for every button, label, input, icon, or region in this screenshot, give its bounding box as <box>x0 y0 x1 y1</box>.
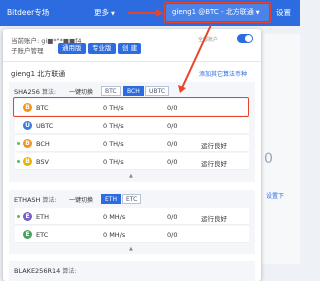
coin-name: ETH <box>36 213 49 221</box>
nav-more-label: 更多 <box>94 8 109 17</box>
subaccount-name: gieng1 北方联通 <box>11 70 66 78</box>
account-dropdown-panel: 当前账户: gi■*"*■■f4 全部账户 子账户管理 通用版 专业版 创 建 … <box>3 29 261 281</box>
top-navigation-bar: Bitdeer专场 更多 ▼ gieng1 @BTC - 北方联通 ▼ 设置 <box>0 0 300 26</box>
coin-tab-btc[interactable]: BTC <box>101 86 121 96</box>
coin-hashrate: 0 TH/s <box>103 158 124 166</box>
coin-workers: 0/0 <box>167 140 178 148</box>
coin-workers: 0/0 <box>167 231 178 239</box>
coin-hashrate: 0 TH/s <box>103 104 124 112</box>
coin-tab-etc[interactable]: ETC <box>122 194 142 204</box>
coin-tab-eth[interactable]: ETH <box>101 194 121 204</box>
background-page-card: 0 设置下 <box>262 34 300 264</box>
background-settings-link[interactable]: 设置下 <box>266 191 284 200</box>
coin-row-eth[interactable]: E ETH 0 MH/s 0/0 运行良好 <box>15 208 249 225</box>
bch-coin-icon: B <box>23 139 32 148</box>
algo-label: 算法: <box>62 268 77 275</box>
status-dot <box>17 160 20 163</box>
btc-coin-icon: B <box>23 103 32 112</box>
chevron-down-icon: ▼ <box>255 10 260 16</box>
create-button[interactable]: 创 建 <box>118 43 142 54</box>
algo-label: 算法: <box>41 89 56 96</box>
nav-more-menu[interactable]: 更多 ▼ <box>94 7 115 18</box>
add-algorithm-link[interactable]: 添加其它算法币种 <box>199 69 247 78</box>
coin-tab-bch[interactable]: BCH <box>123 86 144 96</box>
coin-workers: 0/0 <box>167 158 178 166</box>
section-title: BLAKE256R14 算法: <box>14 266 76 275</box>
algorithm-section-sha256: SHA256 算法: 一键切换 BTC BCH UBTC B BTC 0 TH/… <box>9 82 255 182</box>
account-switcher-label: gieng1 @BTC - 北方联通 <box>172 8 254 16</box>
pro-version-button[interactable]: 专业版 <box>88 43 116 54</box>
section-title: SHA256 算法: <box>14 87 56 96</box>
coin-hashrate: 0 TH/s <box>103 140 124 148</box>
divider <box>3 61 261 62</box>
coin-row-btc[interactable]: B BTC 0 TH/s 0/0 <box>15 99 249 116</box>
all-accounts-toggle-label: 全部账户 <box>198 37 219 43</box>
chevron-up-icon[interactable]: ▲ <box>129 173 133 179</box>
ubtc-coin-icon: U <box>23 121 32 130</box>
coin-name: UBTC <box>36 122 54 130</box>
nav-brand-bitdeer[interactable]: Bitdeer专场 <box>7 7 49 18</box>
coin-name: BCH <box>36 140 50 148</box>
etc-coin-icon: E <box>23 230 32 239</box>
eth-coin-icon: E <box>23 212 32 221</box>
account-switcher-button[interactable]: gieng1 @BTC - 北方联通 ▼ <box>166 4 269 21</box>
bsv-coin-icon: B <box>23 157 32 166</box>
coin-status: 运行良好 <box>201 142 227 150</box>
algorithm-section-blake256r14: BLAKE256R14 算法: <box>9 261 255 281</box>
toggle-knob <box>245 35 252 42</box>
coin-row-bch[interactable]: B BCH 0 TH/s 0/0 运行良好 <box>15 135 249 152</box>
sub-account-manage-label[interactable]: 子账户管理 <box>11 45 44 55</box>
coin-status: 运行良好 <box>201 215 227 223</box>
coin-row-ubtc[interactable]: U UBTC 0 TH/s 0/0 <box>15 117 249 134</box>
status-dot <box>17 142 20 145</box>
coin-name: ETC <box>36 231 49 239</box>
status-dot <box>17 215 20 218</box>
coin-row-etc[interactable]: E ETC 0 MH/s 0/0 <box>15 226 249 243</box>
general-version-button[interactable]: 通用版 <box>58 43 86 54</box>
coin-workers: 0/0 <box>167 213 178 221</box>
section-title: ETHASH 算法: <box>14 195 57 204</box>
background-stat-digit: 0 <box>264 151 273 167</box>
coin-hashrate: 0 MH/s <box>103 213 126 221</box>
all-accounts-toggle[interactable] <box>237 34 253 43</box>
algo-name: SHA256 <box>14 88 40 96</box>
coin-workers: 0/0 <box>167 122 178 130</box>
chevron-up-icon[interactable]: ▲ <box>129 246 133 252</box>
one-click-switch-label: 一键切换 <box>69 197 94 204</box>
chevron-down-icon: ▼ <box>111 11 115 17</box>
nav-settings-link[interactable]: 设置 <box>276 7 291 18</box>
algo-name: BLAKE256R14 <box>14 267 61 275</box>
one-click-switch-label: 一键切换 <box>69 89 94 96</box>
algo-label: 算法: <box>42 197 57 204</box>
coin-hashrate: 0 MH/s <box>103 231 126 239</box>
algo-name: ETHASH <box>14 196 41 204</box>
coin-name: BTC <box>36 104 49 112</box>
coin-hashrate: 0 TH/s <box>103 122 124 130</box>
coin-row-bsv[interactable]: B BSV 0 TH/s 0/0 运行良好 <box>15 153 249 170</box>
algorithm-section-ethash: ETHASH 算法: 一键切换 ETH ETC E ETH 0 MH/s 0/0… <box>9 190 255 254</box>
coin-workers: 0/0 <box>167 104 178 112</box>
coin-tab-ubtc[interactable]: UBTC <box>145 86 170 96</box>
coin-name: BSV <box>36 158 49 166</box>
coin-status: 运行良好 <box>201 160 227 168</box>
